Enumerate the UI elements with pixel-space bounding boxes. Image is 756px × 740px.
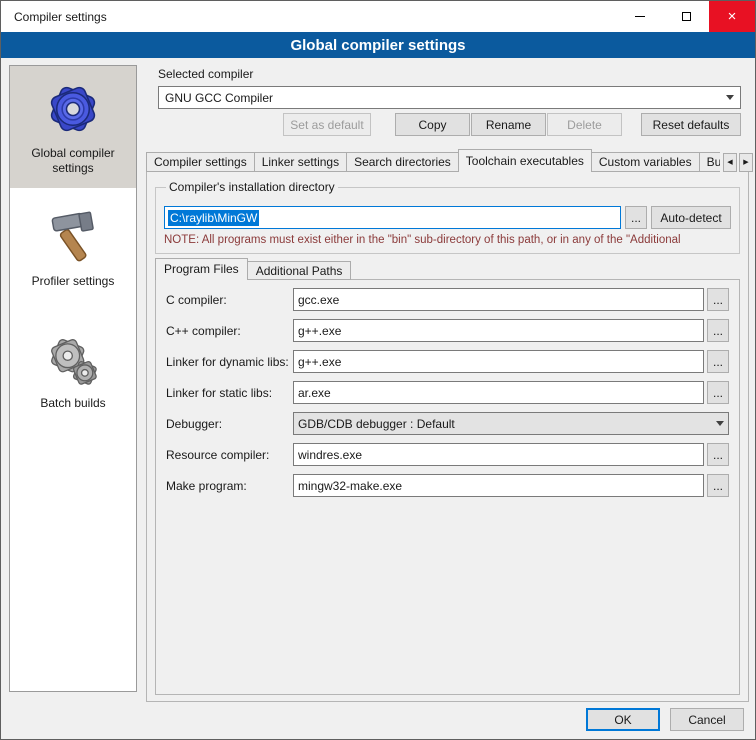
tab-linker-settings[interactable]: Linker settings (254, 152, 347, 172)
selected-compiler-value: GNU GCC Compiler (165, 91, 273, 105)
gray-gears-icon (44, 332, 102, 390)
groupbox-title: Compiler's installation directory (166, 180, 338, 194)
field-label: Linker for dynamic libs: (166, 355, 293, 369)
subtab-program-files[interactable]: Program Files (155, 258, 248, 280)
maximize-button[interactable] (663, 1, 709, 32)
tab-toolchain-executables[interactable]: Toolchain executables (458, 149, 592, 172)
tab-custom-variables[interactable]: Custom variables (591, 152, 700, 172)
close-icon: × (728, 9, 737, 24)
c-compiler-input[interactable]: gcc.exe (293, 288, 704, 311)
chevron-down-icon (716, 421, 724, 426)
make-program-browse-button[interactable]: ... (707, 474, 729, 497)
install-dir-selected-text: C:\raylib\MinGW (168, 210, 259, 226)
resource-compiler-value: windres.exe (298, 448, 362, 462)
static-linker-browse-button[interactable]: ... (707, 381, 729, 404)
c-compiler-value: gcc.exe (298, 293, 339, 307)
installation-directory-row: C:\raylib\MinGW ... Auto-detect (164, 206, 731, 229)
install-dir-input[interactable]: C:\raylib\MinGW (164, 206, 621, 229)
install-note: NOTE: All programs must exist either in … (164, 234, 731, 246)
delete-button[interactable]: Delete (547, 113, 622, 136)
compiler-settings-window: Compiler settings × Global compiler sett… (0, 0, 756, 740)
field-row: Linker for dynamic libs: g++.exe ... (166, 350, 729, 373)
sidebar-item-label: Batch builds (40, 396, 105, 411)
ok-button[interactable]: OK (586, 708, 660, 731)
debugger-value: GDB/CDB debugger : Default (298, 417, 455, 431)
blue-gear-icon (42, 78, 104, 140)
maximize-icon (682, 12, 691, 21)
field-row: Resource compiler: windres.exe ... (166, 443, 729, 466)
chevron-down-icon (726, 95, 734, 100)
tab-compiler-settings[interactable]: Compiler settings (146, 152, 255, 172)
dynamic-linker-input[interactable]: g++.exe (293, 350, 704, 373)
install-dir-browse-button[interactable]: ... (625, 206, 647, 229)
dialog-header: Global compiler settings (1, 32, 755, 58)
sidebar-item-batch-builds[interactable]: Batch builds (10, 310, 136, 432)
c-compiler-browse-button[interactable]: ... (707, 288, 729, 311)
copy-button[interactable]: Copy (395, 113, 470, 136)
sidebar-item-label: Profiler settings (32, 274, 115, 289)
field-label: Make program: (166, 479, 293, 493)
toolchain-executables-panel: Compiler's installation directory C:\ray… (146, 171, 749, 702)
main-tabstrip: Compiler settings Linker settings Search… (146, 149, 749, 172)
cpp-compiler-browse-button[interactable]: ... (707, 319, 729, 342)
resource-compiler-browse-button[interactable]: ... (707, 443, 729, 466)
left-arrow-icon: ◀ (727, 158, 732, 166)
cpp-compiler-value: g++.exe (298, 324, 341, 338)
program-files-panel: C compiler: gcc.exe ... C++ compiler: g+… (155, 279, 740, 695)
tab-scroll-right-button[interactable]: ▶ (739, 153, 753, 172)
dynamic-linker-browse-button[interactable]: ... (707, 350, 729, 373)
field-label: Debugger: (166, 417, 293, 431)
make-program-value: mingw32-make.exe (298, 479, 402, 493)
set-as-default-button[interactable]: Set as default (283, 113, 371, 136)
autodetect-button[interactable]: Auto-detect (651, 206, 731, 229)
selected-compiler-dropdown[interactable]: GNU GCC Compiler (158, 86, 741, 109)
minimize-button[interactable] (617, 1, 663, 32)
dialog-title: Global compiler settings (290, 37, 465, 54)
field-label: C compiler: (166, 293, 293, 307)
cancel-button[interactable]: Cancel (670, 708, 744, 731)
field-row: C++ compiler: g++.exe ... (166, 319, 729, 342)
subtab-additional-paths[interactable]: Additional Paths (247, 261, 352, 280)
tab-search-directories[interactable]: Search directories (346, 152, 459, 172)
cpp-compiler-input[interactable]: g++.exe (293, 319, 704, 342)
sidebar-item-profiler-settings[interactable]: Profiler settings (10, 188, 136, 310)
selected-compiler-label: Selected compiler (158, 67, 253, 81)
close-button[interactable]: × (709, 1, 755, 32)
resource-compiler-input[interactable]: windres.exe (293, 443, 704, 466)
tab-scroll-left-button[interactable]: ◀ (723, 153, 737, 172)
toolchain-subtabs: Program Files Additional Paths (155, 258, 351, 280)
reset-defaults-button[interactable]: Reset defaults (641, 113, 741, 136)
titlebar[interactable]: Compiler settings × (1, 1, 755, 32)
field-row: Make program: mingw32-make.exe ... (166, 474, 729, 497)
sidebar-item-global-compiler-settings[interactable]: Global compiler settings (10, 66, 136, 188)
window-controls: × (617, 1, 755, 32)
sidebar: Global compiler settings Profiler settin… (9, 65, 137, 692)
static-linker-value: ar.exe (298, 386, 331, 400)
debugger-select[interactable]: GDB/CDB debugger : Default (293, 412, 729, 435)
installation-directory-group: Compiler's installation directory C:\ray… (155, 180, 740, 254)
hammer-icon (44, 210, 102, 268)
dynamic-linker-value: g++.exe (298, 355, 341, 369)
sidebar-item-label: Global compiler settings (14, 146, 132, 176)
field-label: C++ compiler: (166, 324, 293, 338)
field-label: Linker for static libs: (166, 386, 293, 400)
right-arrow-icon: ▶ (743, 158, 748, 166)
window-title: Compiler settings (1, 10, 107, 24)
field-row: C compiler: gcc.exe ... (166, 288, 729, 311)
rename-button[interactable]: Rename (471, 113, 546, 136)
field-label: Resource compiler: (166, 448, 293, 462)
make-program-input[interactable]: mingw32-make.exe (293, 474, 704, 497)
static-linker-input[interactable]: ar.exe (293, 381, 704, 404)
field-row: Linker for static libs: ar.exe ... (166, 381, 729, 404)
minimize-icon (635, 16, 645, 17)
tab-scroll-controls: ◀ ▶ (720, 152, 753, 172)
field-row: Debugger: GDB/CDB debugger : Default (166, 412, 729, 435)
